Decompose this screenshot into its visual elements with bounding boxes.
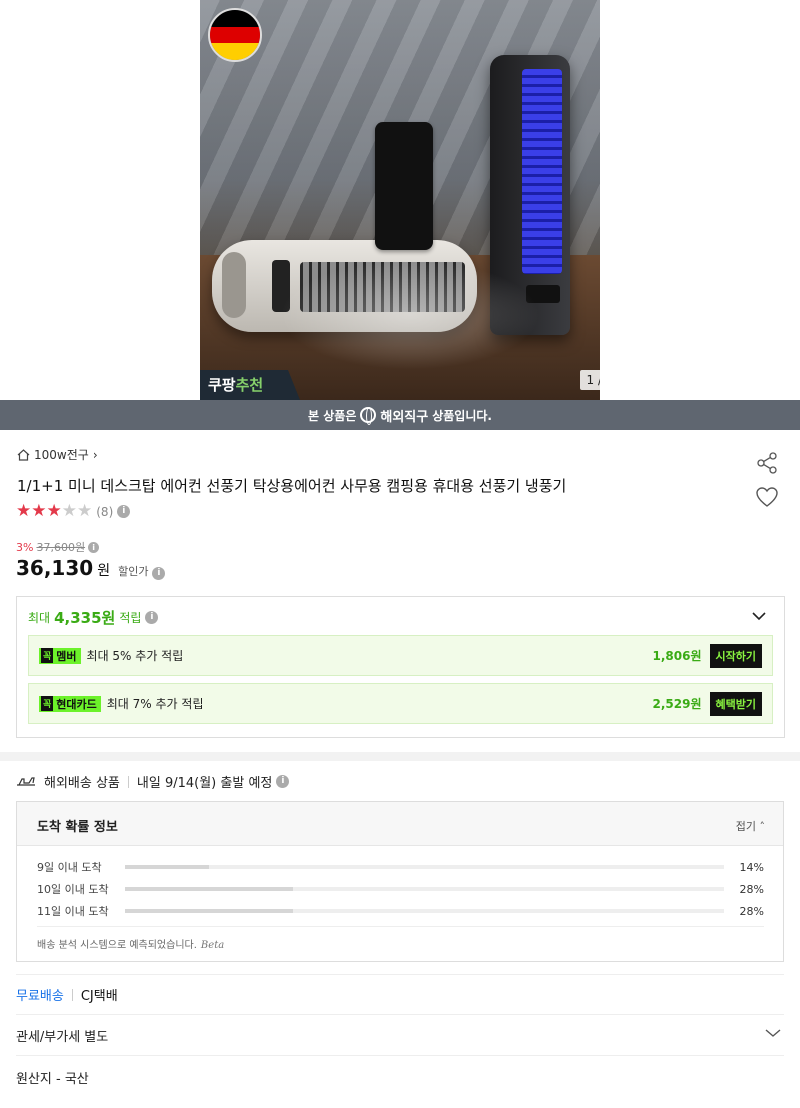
collapse-toggle[interactable]: 접기 ˄ (736, 818, 765, 834)
separator (127, 775, 129, 788)
star-filled-icon: ★ (16, 501, 32, 521)
card-reward-text: 최대 7% 추가 적립 (106, 697, 204, 711)
product-rating[interactable]: ★★★★★ (8) i (16, 503, 131, 520)
arrival-progress-bar (125, 909, 724, 913)
original-price: 37,600원 (36, 541, 86, 554)
member-reward-row: 꼭 멤버 최대 5% 추가 적립 1,806원 시작하기 (28, 635, 773, 676)
sale-price: 36,130 원 할인가 i (16, 556, 166, 580)
overseas-direct-banner: 본 상품은 해외직구 상품입니다. (0, 400, 800, 430)
origin-info: 원산지 - 국산 (16, 1072, 89, 1087)
info-icon[interactable]: i (117, 505, 131, 518)
breadcrumb-label[interactable]: 100w전구 (34, 446, 89, 463)
heart-icon[interactable] (755, 486, 779, 508)
separator (71, 988, 73, 1001)
chevron-right-icon: › (92, 447, 98, 462)
shipping-type: 해외배송 상품 (44, 776, 120, 791)
banner-prefix: 본 상품은 (308, 408, 357, 423)
chevron-down-icon[interactable] (765, 1028, 781, 1038)
breadcrumb[interactable]: 100w전구 › (17, 446, 98, 463)
star-empty-icon: ★ (61, 501, 77, 521)
divider (16, 1055, 784, 1056)
globe-icon (360, 407, 377, 425)
banner-highlight: 해외직구 (380, 409, 429, 425)
carrier-label: CJ택배 (80, 989, 118, 1004)
departure-info: 내일 9/14(월) 출발 예정 (136, 776, 273, 791)
currency-unit: 원 (97, 563, 111, 579)
reward-amount: 4,335원 (54, 609, 116, 627)
info-icon[interactable]: i (152, 567, 166, 580)
delivery-method: 무료배송 CJ택배 (16, 985, 118, 1004)
product-image[interactable]: 쿠팡추천 1 / 9 (200, 0, 600, 400)
arrival-row: 11일 이내 도착 28% (37, 903, 764, 919)
star-filled-icon: ★ (31, 501, 47, 521)
get-benefit-button[interactable]: 혜택받기 (709, 691, 762, 716)
sale-price-label: 할인가 (118, 565, 149, 578)
chevron-down-icon[interactable] (752, 611, 766, 621)
airplane-icon (17, 776, 35, 786)
discount-rate: 3% (16, 540, 34, 554)
arrival-row-label: 11일 이내 도착 (37, 905, 109, 918)
free-shipping-label: 무료배송 (16, 989, 64, 1004)
airflow-effect (280, 260, 540, 370)
star-filled-icon: ★ (46, 501, 62, 521)
product-gallery[interactable]: 쿠팡추천 1 / 9 (0, 0, 800, 400)
rewards-panel: 최대 4,335원 적립 i 꼭 멤버 최대 5% 추가 적립 1,806원 시작… (16, 596, 785, 738)
card-reward-row: 꼭 현대카드 최대 7% 추가 적립 2,529원 혜택받기 (28, 683, 773, 724)
max-reward-header[interactable]: 최대 4,335원 적립 i (28, 607, 159, 628)
prediction-note: 배송 분석 시스템으로 예측되었습니다. Beta (37, 940, 225, 951)
phone-illustration (375, 122, 433, 250)
member-reward-text: 최대 5% 추가 적립 (86, 649, 184, 663)
divider (16, 974, 784, 975)
shipping-info: 해외배송 상품 내일 9/14(월) 출발 예정 i (16, 772, 290, 791)
reward-prefix: 최대 (28, 611, 51, 625)
coupang-recommend-badge: 쿠팡추천 (200, 370, 300, 400)
arrival-row-percent: 28% (739, 882, 764, 896)
rating-stars: ★★★★★ (16, 503, 92, 520)
section-divider (0, 752, 800, 761)
tax-notice[interactable]: 관세/부가세 별도 (16, 1026, 108, 1045)
star-empty-icon: ★ (77, 501, 93, 521)
divider (16, 1014, 784, 1015)
arrival-progress-bar (125, 865, 724, 869)
beta-label: Beta (200, 940, 225, 951)
arrival-row-label: 9일 이내 도착 (37, 861, 102, 874)
start-membership-button[interactable]: 시작하기 (709, 643, 762, 668)
info-icon[interactable]: i (276, 775, 290, 788)
home-icon (17, 448, 30, 461)
hyundai-card-tag: 꼭 현대카드 (39, 695, 101, 712)
banner-suffix: 상품입니다. (432, 408, 492, 423)
sale-price-value: 36,130 (16, 556, 94, 580)
card-reward-amount: 2,529원 (652, 697, 702, 711)
review-count[interactable]: (8) (96, 505, 113, 519)
info-icon[interactable]: i (88, 541, 100, 553)
info-icon[interactable]: i (145, 611, 159, 624)
arrival-probability-header[interactable]: 도착 확률 정보 접기 ˄ (17, 802, 783, 846)
member-reward-amount: 1,806원 (652, 649, 702, 663)
arrival-progress-bar (125, 887, 724, 891)
arrival-row: 10일 이내 도착 28% (37, 881, 764, 897)
germany-flag-icon (208, 8, 262, 62)
arrival-row-label: 10일 이내 도착 (37, 883, 109, 896)
reward-suffix: 적립 (119, 611, 142, 625)
arrival-row-percent: 28% (739, 904, 764, 918)
arrival-probability-title: 도착 확률 정보 (37, 820, 118, 835)
divider (37, 926, 764, 927)
arrival-row-percent: 14% (739, 860, 764, 874)
chevron-up-icon: ˄ (756, 820, 765, 833)
price-discount-line: 3% 37,600원 i (16, 539, 100, 555)
member-tag: 꼭 멤버 (39, 647, 81, 664)
image-page-counter: 1 / 9 (580, 370, 600, 390)
arrival-probability-panel: 도착 확률 정보 접기 ˄ 9일 이내 도착 14% 10일 이내 도착 28%… (16, 801, 784, 962)
share-icon[interactable] (755, 451, 779, 475)
arrival-row: 9일 이내 도착 14% (37, 859, 764, 875)
product-title: 1/1+1 미니 데스크탑 에어컨 선풍기 탁상용에어컨 사무용 캠핑용 휴대용… (17, 477, 567, 495)
